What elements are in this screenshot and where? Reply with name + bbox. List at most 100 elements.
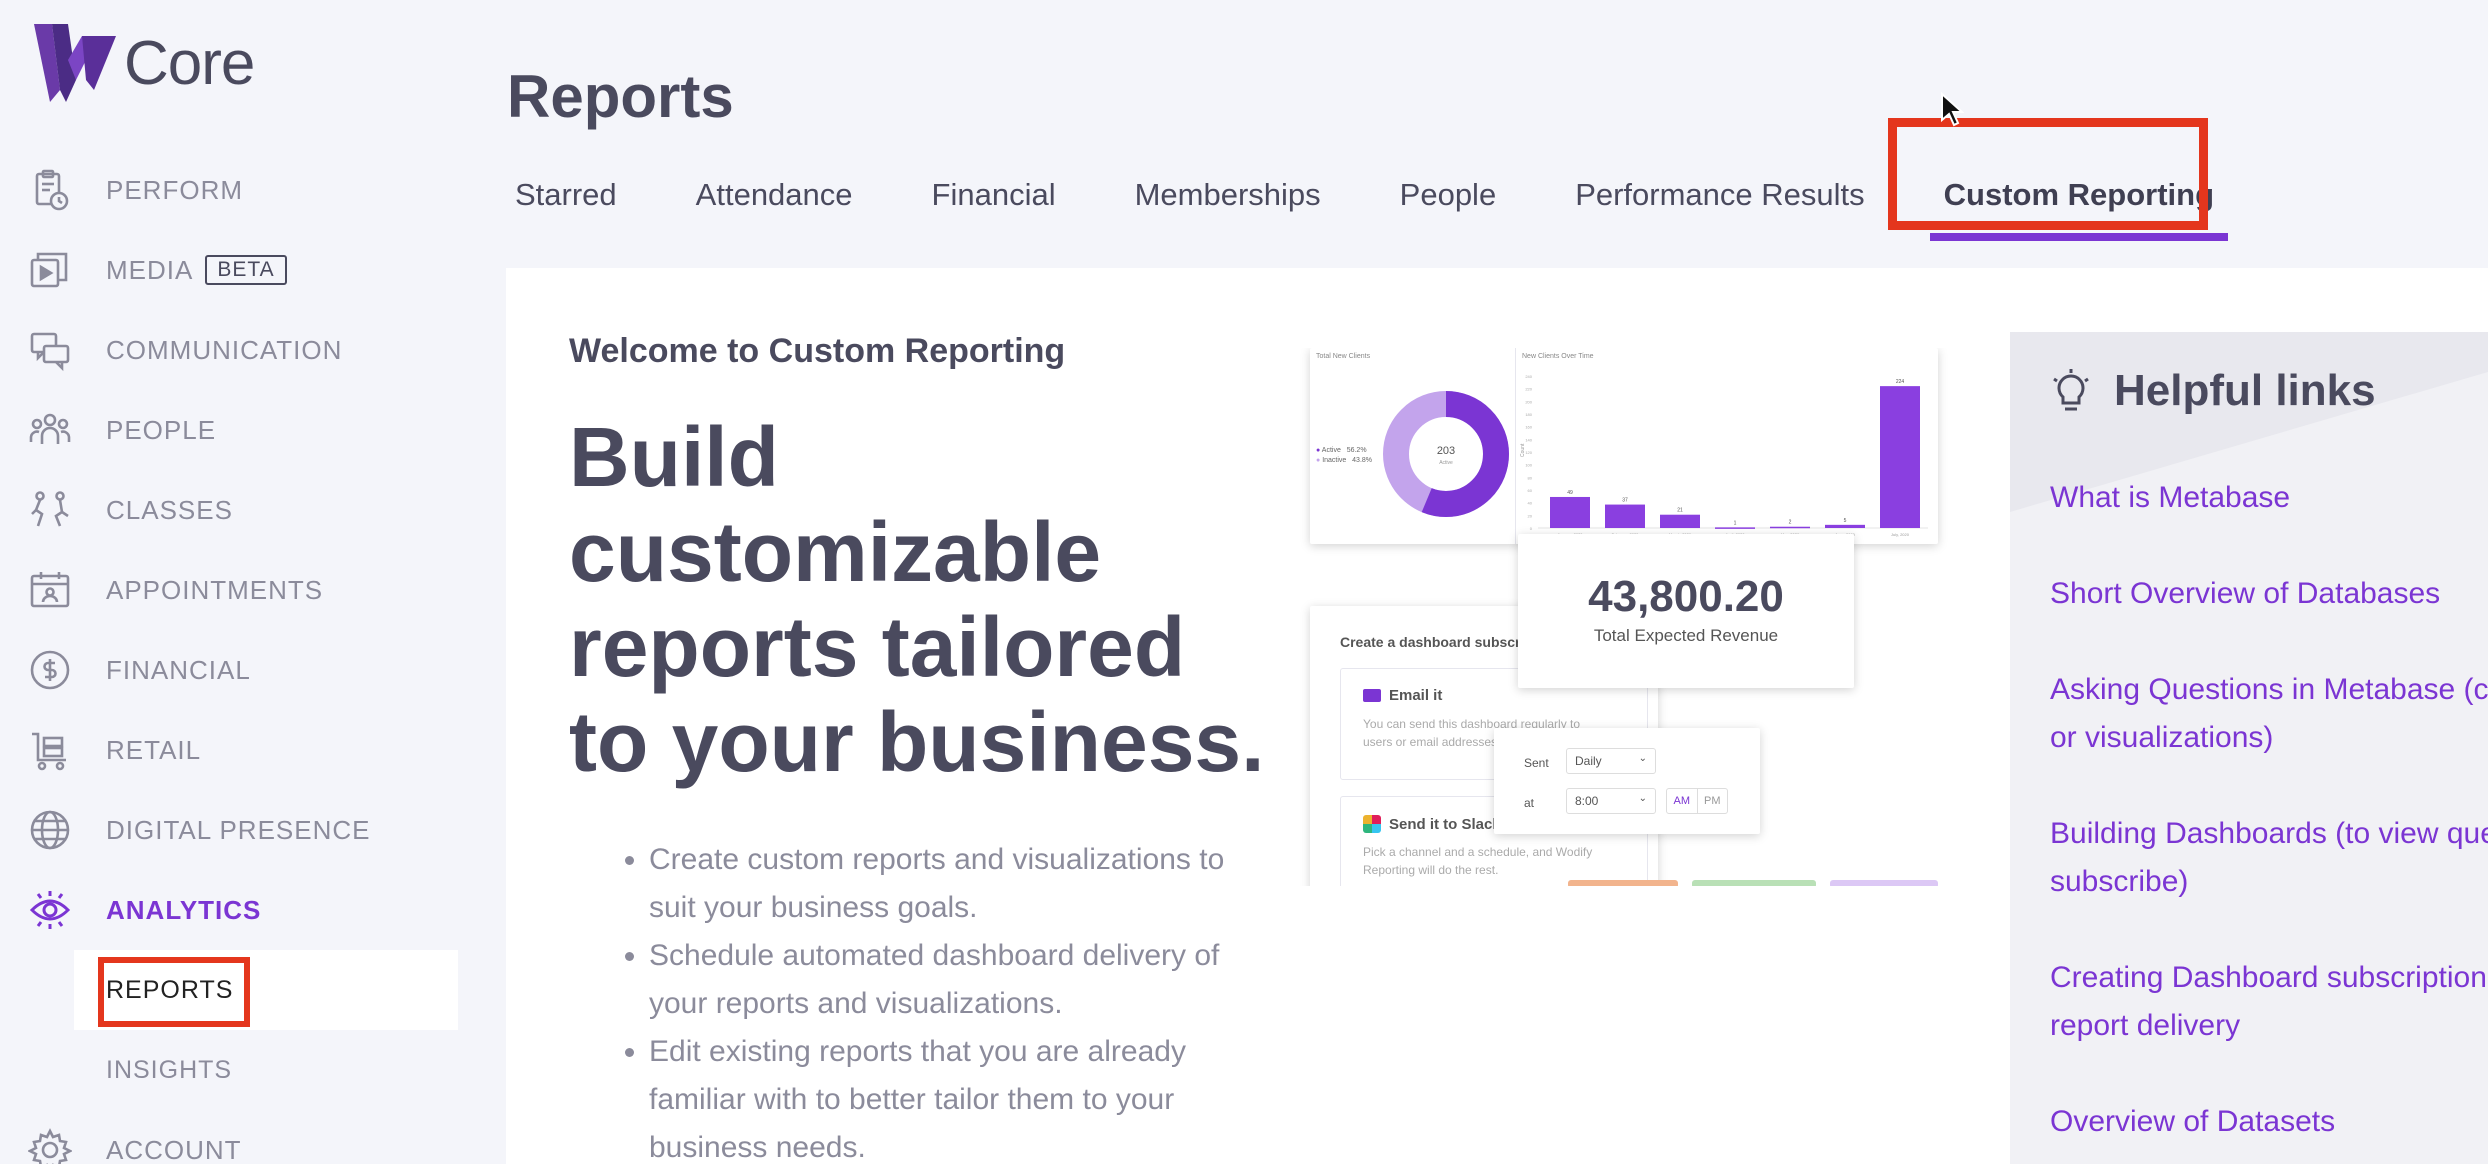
sidebar-item-people[interactable]: PEOPLE [0,390,460,470]
sidebar-subitem-insights[interactable]: INSIGHTS [0,1030,460,1110]
am-pm-toggle: AM PM [1666,788,1728,814]
donut-center-value: 203 [1437,445,1455,457]
wodify-w-logo-icon [34,24,116,102]
y-tick-label: 160 [1525,425,1532,430]
bar-data-label: 49 [1567,490,1573,496]
donut-center-sub: Active [1439,460,1453,466]
highlight-box-custom-reporting [1888,118,2208,230]
tab-financial[interactable]: Financial [924,165,1064,225]
slack-icon [1363,815,1381,833]
link-what-is-metabase[interactable]: What is Metabase [2050,474,2488,522]
sidebar-item-communication[interactable]: COMMUNICATION [0,310,460,390]
tab-starred[interactable]: Starred [507,165,625,225]
frequency-select: Daily ⌄ [1566,748,1656,774]
page-title: Reports [507,63,734,130]
gear-icon [28,1128,72,1164]
wodify-logo[interactable]: Core [32,20,255,106]
y-tick-label: 60 [1528,488,1533,493]
main-panel: Welcome to Custom Reporting Build custom… [506,268,2488,1164]
list-item: Edit existing reports that you are alrea… [649,1028,1269,1164]
bar-data-label: 21 [1677,508,1683,514]
cart-icon [32,732,66,771]
bar-data-label: 2 [1789,520,1792,526]
beta-badge: BETA [205,255,287,285]
y-tick-label: 100 [1525,463,1532,468]
y-tick-label: 180 [1525,412,1532,417]
link-asking-questions[interactable]: Asking Questions in Metabase (cu or visua… [2050,666,2488,762]
y-tick-label: 140 [1525,437,1532,442]
at-label: at [1524,796,1535,810]
y-tick-label: 80 [1528,475,1533,480]
bar-data-label: 1 [1734,520,1737,526]
sidebar-item-classes[interactable]: CLASSES [0,470,460,550]
bar-data-label: 5 [1844,518,1847,524]
bar-data-label: 37 [1622,498,1628,504]
link-building-dashboards[interactable]: Building Dashboards (to view que subscrib… [2050,810,2488,906]
bar-chart: Count 0204060801001201401601802002202404… [1520,374,1928,537]
bar-title: New Clients Over Time [1522,353,1594,360]
sidebar-item-perform[interactable]: PERFORM [0,150,460,230]
chevron-down-icon: ⌄ [1638,793,1647,804]
tab-people[interactable]: People [1392,165,1505,225]
hero-heading: Build customizable reports tailored to y… [569,410,1265,789]
legend-active-pct: 56.2% [1346,447,1367,454]
donut-title: Total New Clients [1316,353,1371,360]
sidebar-item-analytics[interactable]: ANALYTICS [0,870,460,950]
sidebar-item-account[interactable]: ACCOUNT [0,1110,460,1164]
globe-icon [30,810,70,850]
sidebar-item-financial[interactable]: FINANCIAL [0,630,460,710]
classes-figures-icon [31,491,69,527]
bar [1770,526,1810,529]
bar-data-label: 224 [1896,379,1905,385]
welcome-heading: Welcome to Custom Reporting [569,332,1066,370]
tab-memberships[interactable]: Memberships [1127,165,1329,225]
y-tick-label: 120 [1525,450,1532,455]
time-select: 8:00 ⌄ [1566,788,1656,814]
y-tick-label: 200 [1525,399,1532,404]
sidebar-item-label: ANALYTICS [106,894,262,925]
eye-icon [29,891,71,929]
sidebar-item-digital-presence[interactable]: DIGITAL PRESENCE [0,790,460,870]
y-tick-label: 40 [1528,501,1533,506]
y-tick-label: 0 [1530,526,1533,531]
tab-performance-results[interactable]: Performance Results [1567,165,1872,225]
slack-desc: Pick a channel and a schedule, and Wodif… [1363,845,1593,877]
sidebar-item-label: DIGITAL PRESENCE [106,814,371,845]
revenue-label: Total Expected Revenue [1593,626,1779,645]
feature-list: Create custom reports and visualizations… [649,836,1269,1164]
sent-label: Sent [1524,756,1549,770]
schedule-card: Sent Daily ⌄ at 8:00 ⌄ AM PM [1494,728,1760,834]
bar [1550,496,1590,528]
media-play-icon [30,252,68,288]
sidebar-item-label: FINANCIAL [106,654,251,685]
bar [1825,524,1865,528]
link-overview-datasets[interactable]: Overview of Datasets [2050,1098,2488,1146]
legend-inactive: Inactive [1322,457,1347,464]
sidebar-item-label: RETAIL [106,734,202,765]
people-group-icon [29,413,71,444]
legend-active: Active [1321,447,1341,454]
link-overview-databases[interactable]: Short Overview of Databases [2050,570,2488,618]
tab-attendance[interactable]: Attendance [688,165,861,225]
x-tick-label: July, 2020 [1891,532,1910,537]
calendar-person-icon [30,572,70,608]
legend-inactive-pct: 43.8% [1352,457,1373,464]
logo-text: Core [124,28,255,98]
sidebar-item-retail[interactable]: RETAIL [0,710,460,790]
list-item: Schedule automated dashboard delivery of… [649,932,1269,1028]
revenue-value: 43,800.20 [1588,572,1784,621]
sidebar-item-label: ACCOUNT [106,1134,242,1164]
helpful-links-heading: Helpful links [2050,366,2376,416]
mouse-cursor-icon [1941,92,1964,127]
slack-title: Send it to Slack [1389,815,1501,833]
sidebar-item-appointments[interactable]: APPOINTMENTS [0,550,460,630]
y-tick-label: 240 [1525,374,1532,379]
clipboard-clock-icon [35,169,69,211]
email-title: Email it [1389,687,1443,704]
bar [1715,527,1755,529]
sidebar-item-label: APPOINTMENTS [106,574,324,605]
link-dashboard-subscriptions[interactable]: Creating Dashboard subscription report de… [2050,954,2488,1050]
sidebar-item-media[interactable]: MEDIA BETA [0,230,460,310]
sidebar-item-label: CLASSES [106,494,233,525]
revenue-card: 43,800.20 Total Expected Revenue [1518,534,1854,688]
